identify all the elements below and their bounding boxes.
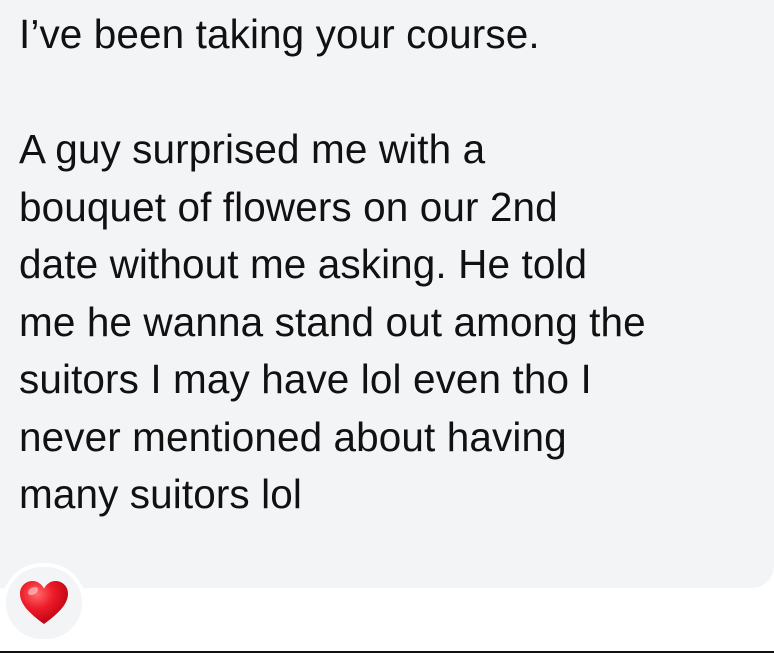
bottom-divider [0, 651, 774, 653]
message-bubble[interactable]: I’ve been taking your course. A guy surp… [0, 0, 774, 588]
message-screen: I’ve been taking your course. A guy surp… [0, 0, 774, 655]
reaction-badge[interactable] [2, 563, 86, 643]
message-text: I’ve been taking your course. A guy surp… [19, 11, 646, 517]
heart-icon [20, 581, 68, 624]
